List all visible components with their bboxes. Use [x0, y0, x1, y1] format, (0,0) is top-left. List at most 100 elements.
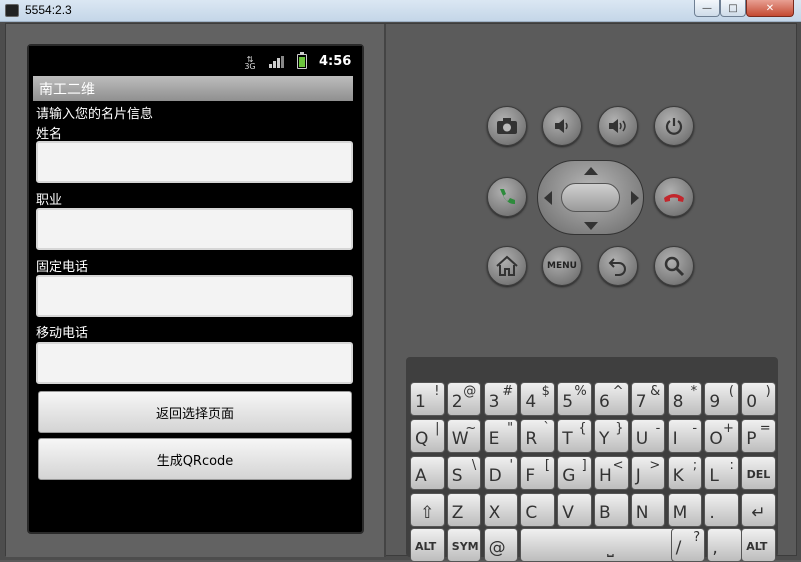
landline-field[interactable] — [36, 275, 353, 317]
key-o[interactable]: O + — [704, 419, 739, 453]
key-symbol: - — [655, 421, 661, 436]
key-j[interactable]: J > — [630, 456, 666, 490]
back-icon — [608, 258, 626, 276]
key-symbol: ( — [728, 384, 734, 399]
power-icon — [665, 118, 683, 135]
key-y[interactable]: Y} — [594, 419, 629, 453]
key-label: , — [712, 538, 718, 558]
key-0[interactable]: 0) — [741, 382, 776, 416]
key-u[interactable]: U- — [630, 419, 666, 453]
occupation-field[interactable] — [36, 208, 353, 250]
key-n[interactable]: N — [630, 493, 666, 527]
search-button[interactable] — [654, 246, 694, 286]
key-s[interactable]: S \ — [446, 456, 482, 490]
mobile-field[interactable] — [36, 342, 353, 384]
key-symbol: " — [507, 421, 514, 436]
key-slash[interactable]: /? — [670, 528, 706, 562]
key-p[interactable]: P = — [741, 419, 776, 453]
key-label: 0 — [746, 392, 758, 412]
key-m[interactable]: M — [667, 493, 703, 527]
key-g[interactable]: G] — [557, 456, 592, 490]
key-k[interactable]: K; — [667, 456, 703, 490]
key-symbol: @ — [463, 384, 477, 399]
key-symbol: { — [578, 421, 587, 436]
key-enter[interactable]: ↵ — [741, 493, 776, 527]
dpad-center-button[interactable] — [561, 183, 620, 212]
key-symbol: ~ — [465, 421, 477, 436]
key-label: / — [675, 538, 682, 558]
key-r[interactable]: R ` — [520, 419, 555, 453]
key-b[interactable]: B — [594, 493, 629, 527]
key-3[interactable]: 3 # — [483, 382, 519, 416]
volume-up-button[interactable] — [598, 106, 638, 146]
key-label: T — [562, 429, 573, 449]
key-label: E — [488, 429, 500, 449]
key-z[interactable]: Z — [446, 493, 482, 527]
home-icon — [496, 255, 518, 276]
close-button[interactable]: ✕ — [746, 0, 794, 17]
end-call-button[interactable] — [654, 177, 694, 217]
device-screen: ⇅3G 4:56 南工二维 请输入您的名片信息 姓名 职业 固定电话 移动电话 — [27, 44, 364, 534]
minimize-button[interactable]: — — [694, 0, 720, 17]
key-d[interactable]: D ' — [483, 456, 519, 490]
dpad[interactable] — [537, 160, 644, 235]
key-label: 7 — [635, 392, 647, 412]
key-alt-left[interactable]: ALT — [410, 528, 445, 562]
menu-button[interactable]: MENU — [542, 246, 582, 286]
key-l[interactable]: L: — [704, 456, 739, 490]
power-button[interactable] — [654, 106, 694, 146]
key-h[interactable]: H < — [594, 456, 629, 490]
key-label: O — [709, 429, 723, 449]
mobile-label: 移动电话 — [36, 326, 89, 341]
key-symbol: : — [729, 458, 734, 473]
key-i[interactable]: I- — [667, 419, 703, 453]
key-c[interactable]: C — [520, 493, 555, 527]
key-symbol: } — [615, 421, 624, 436]
key-comma[interactable]: , — [707, 528, 742, 562]
key-label: ↵ — [751, 503, 766, 523]
generate-qrcode-button[interactable]: 生成QRcode — [38, 438, 352, 480]
key-del[interactable]: DEL — [741, 456, 776, 490]
key-v[interactable]: V — [557, 493, 592, 527]
key-alt-right[interactable]: ALT — [741, 528, 776, 562]
key-8[interactable]: 8 * — [667, 382, 703, 416]
camera-button[interactable] — [487, 106, 527, 146]
key-at[interactable]: @ — [483, 528, 519, 562]
key-4[interactable]: 4 $ — [520, 382, 555, 416]
home-button[interactable] — [487, 246, 527, 286]
key-2[interactable]: 2 @ — [446, 382, 482, 416]
key-label: 1 — [415, 392, 426, 412]
key-symbol: ` — [543, 421, 550, 436]
key-7[interactable]: 7 & — [630, 382, 666, 416]
key-5[interactable]: 5% — [557, 382, 592, 416]
key-t[interactable]: T{ — [557, 419, 592, 453]
volume-down-button[interactable] — [542, 106, 582, 146]
key-sym[interactable]: SYM — [446, 528, 482, 562]
key-f[interactable]: F[ — [520, 456, 555, 490]
key-label: Z — [451, 503, 464, 523]
name-field[interactable] — [36, 141, 353, 183]
key-q[interactable]: Q | — [410, 419, 445, 453]
key-period[interactable]: . — [704, 493, 739, 527]
key-symbol: > — [649, 458, 661, 473]
key-6[interactable]: 6 ^ — [594, 382, 629, 416]
key-9[interactable]: 9( — [704, 382, 739, 416]
key-label: 9 — [709, 392, 721, 412]
key-label: Q — [415, 429, 429, 449]
key-e[interactable]: E " — [483, 419, 519, 453]
key-shift[interactable]: ⇧ — [410, 493, 445, 527]
key-x[interactable]: X — [483, 493, 519, 527]
key-1[interactable]: 1! — [410, 382, 445, 416]
name-label: 姓名 — [36, 127, 63, 142]
key-symbol: % — [574, 384, 587, 399]
key-a[interactable]: A — [410, 456, 445, 490]
call-button[interactable] — [487, 177, 527, 217]
key-w[interactable]: W ~ — [446, 419, 482, 453]
key-label: K — [672, 466, 684, 486]
back-button[interactable] — [598, 246, 638, 286]
maximize-button[interactable]: □ — [720, 0, 746, 17]
key-symbol: # — [502, 384, 514, 399]
back-to-select-button[interactable]: 返回选择页面 — [38, 391, 352, 433]
intro-text: 请输入您的名片信息 — [36, 107, 154, 122]
camera-icon — [497, 118, 517, 134]
